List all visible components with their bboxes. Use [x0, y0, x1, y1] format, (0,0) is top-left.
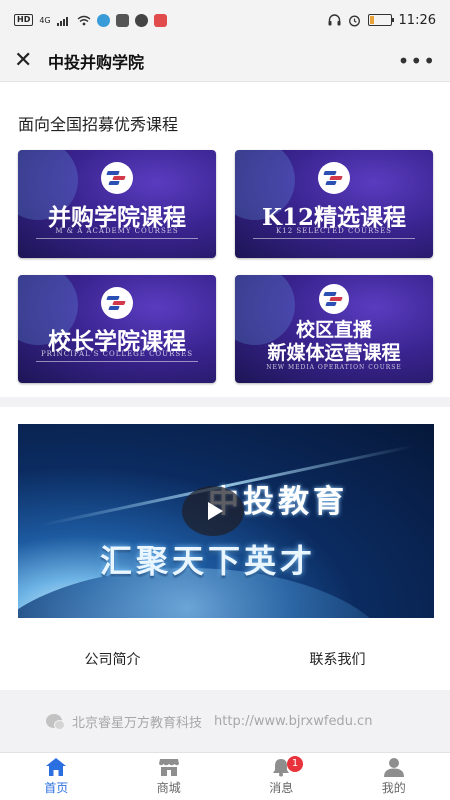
contact-us-link[interactable]: 联系我们	[225, 645, 450, 675]
course-card-principal[interactable]: 校长学院课程 PRINCIPAL'S COLLEGE COURSES	[18, 275, 216, 383]
shield-notification-icon	[115, 13, 129, 27]
signal-icon	[56, 16, 68, 26]
divider	[36, 238, 198, 239]
company-intro-link[interactable]: 公司简介	[0, 645, 225, 675]
brand-logo-icon	[318, 162, 350, 194]
course-subtitle: M & A ACADEMY COURSES	[55, 227, 179, 235]
divider	[253, 238, 415, 239]
course-card-new-media[interactable]: 校区直播 新媒体运营课程 NEW MEDIA OPERATION COURSE	[235, 275, 433, 383]
tab-messages[interactable]: 消息 1	[225, 753, 338, 800]
unread-badge: 1	[287, 756, 303, 772]
chat-notification-icon	[134, 13, 148, 27]
tab-store[interactable]: 商城	[113, 753, 226, 800]
red-app-notification-icon	[153, 13, 167, 27]
status-bar: HD 4G 11:26	[0, 0, 450, 40]
tab-label: 首页	[44, 781, 69, 795]
section-heading: 面向全国招募优秀课程	[18, 115, 179, 134]
course-subtitle: K12 SELECTED COURSES	[276, 227, 392, 235]
brand-logo-icon	[101, 162, 133, 194]
network-label: 4G	[39, 15, 51, 25]
bottom-tab-bar: 首页 商城 消息 1 我的	[0, 752, 450, 800]
brand-logo-icon	[101, 287, 133, 319]
section-divider	[0, 397, 450, 407]
link-row: 公司简介 联系我们	[0, 645, 450, 675]
home-icon	[46, 758, 67, 776]
course-title-line-2: 新媒体运营课程	[267, 342, 401, 364]
play-icon	[207, 502, 223, 520]
footer-info: 北京睿星万方教育科技 http://www.bjrxwfedu.cn	[0, 690, 450, 752]
course-card-k12[interactable]: K12精选课程 K12 SELECTED COURSES	[235, 150, 433, 258]
footer-url[interactable]: http://www.bjrxwfedu.cn	[214, 714, 372, 729]
hd-indicator: HD	[14, 14, 34, 26]
tab-home[interactable]: 首页	[0, 753, 113, 800]
battery-level	[369, 16, 374, 24]
course-card-mna[interactable]: 并购学院课程 M & A ACADEMY COURSES	[18, 150, 216, 258]
title-bar: ✕ 中投并购学院 •••	[0, 40, 450, 82]
wechat-icon	[46, 714, 65, 730]
close-icon[interactable]: ✕	[14, 49, 38, 72]
tab-profile[interactable]: 我的	[338, 753, 450, 800]
alarm-icon	[348, 15, 360, 26]
course-subtitle: NEW MEDIA OPERATION COURSE	[266, 364, 402, 371]
tab-label: 我的	[381, 781, 406, 795]
page-title: 中投并购学院	[48, 52, 145, 72]
course-subtitle: PRINCIPAL'S COLLEGE COURSES	[40, 350, 194, 358]
store-icon	[158, 759, 179, 776]
brand-logo-icon	[319, 284, 349, 314]
clock: 11:26	[398, 12, 436, 28]
footer-company: 北京睿星万方教育科技	[72, 715, 203, 731]
tab-label: 消息	[269, 781, 294, 795]
headphones-icon	[328, 14, 341, 26]
video-slogan: 汇聚天下英才	[100, 542, 317, 580]
divider	[36, 361, 198, 362]
battery-icon	[367, 14, 394, 26]
play-button[interactable]	[182, 486, 244, 536]
promo-video[interactable]: 中投教育 汇聚天下英才	[18, 424, 434, 618]
wifi-icon	[77, 15, 91, 25]
more-menu-icon[interactable]: •••	[398, 51, 436, 71]
status-left: HD 4G	[14, 13, 167, 27]
user-icon	[383, 758, 404, 777]
app-notification-icon	[96, 13, 110, 27]
tab-label: 商城	[156, 781, 181, 795]
status-right: 11:26	[328, 13, 436, 28]
